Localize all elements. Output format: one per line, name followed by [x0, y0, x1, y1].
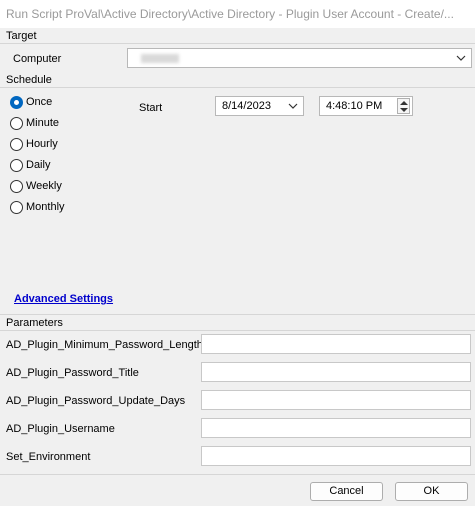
- parameters-section-label: Parameters: [6, 317, 63, 329]
- radio-icon: [10, 179, 23, 193]
- schedule-option-label: Weekly: [26, 180, 62, 192]
- advanced-divider: [0, 314, 475, 315]
- schedule-option-label: Minute: [26, 117, 60, 129]
- schedule-option-monthly[interactable]: Monthly: [10, 198, 65, 216]
- param-label-username: AD_Plugin_Username: [6, 423, 115, 435]
- param-label-minimum-password-length: AD_Plugin_Minimum_Password_Length: [6, 339, 203, 351]
- radio-icon: [10, 158, 23, 172]
- param-input-set-environment[interactable]: [201, 446, 471, 466]
- computer-value-redacted: [141, 54, 179, 63]
- start-time-value: 4:48:10 PM: [326, 100, 383, 112]
- chevron-down-icon: [456, 55, 466, 61]
- window-title: Run Script ProVal\Active Directory\Activ…: [0, 0, 475, 28]
- schedule-option-daily[interactable]: Daily: [10, 156, 50, 174]
- target-section-label: Target: [6, 30, 37, 42]
- param-label-password-update-days: AD_Plugin_Password_Update_Days: [6, 395, 186, 407]
- parameters-divider: [0, 330, 475, 331]
- radio-icon: [10, 200, 23, 214]
- computer-label: Computer: [13, 53, 62, 65]
- start-date-value: 8/14/2023: [222, 100, 271, 112]
- radio-icon: [10, 137, 23, 151]
- radio-icon: [10, 116, 23, 130]
- param-label-set-environment: Set_Environment: [6, 451, 91, 463]
- start-time-picker[interactable]: 4:48:10 PM: [319, 96, 413, 116]
- cancel-button[interactable]: Cancel: [310, 482, 383, 501]
- schedule-option-label: Once: [26, 96, 53, 108]
- schedule-option-hourly[interactable]: Hourly: [10, 135, 58, 153]
- schedule-option-minute[interactable]: Minute: [10, 114, 59, 132]
- time-spinner[interactable]: [397, 98, 410, 114]
- spin-down-icon[interactable]: [400, 107, 408, 113]
- start-label: Start: [139, 102, 163, 114]
- param-input-minimum-password-length[interactable]: [201, 334, 471, 354]
- param-input-password-update-days[interactable]: [201, 390, 471, 410]
- advanced-settings-link[interactable]: Advanced Settings: [14, 293, 113, 305]
- schedule-divider: [0, 87, 475, 88]
- chevron-down-icon: [288, 103, 298, 109]
- start-date-picker[interactable]: 8/14/2023: [215, 96, 304, 116]
- computer-select[interactable]: [127, 48, 472, 68]
- schedule-option-label: Monthly: [26, 201, 65, 213]
- footer-divider: [0, 474, 475, 475]
- schedule-option-label: Daily: [26, 159, 51, 171]
- schedule-option-once[interactable]: Once: [10, 93, 52, 111]
- param-label-password-title: AD_Plugin_Password_Title: [6, 367, 139, 379]
- spin-up-icon[interactable]: [400, 100, 408, 106]
- param-input-password-title[interactable]: [201, 362, 471, 382]
- target-divider: [0, 43, 475, 44]
- param-input-username[interactable]: [201, 418, 471, 438]
- radio-checked-icon: [10, 95, 23, 109]
- schedule-section-label: Schedule: [6, 74, 52, 86]
- schedule-option-label: Hourly: [26, 138, 58, 150]
- schedule-option-weekly[interactable]: Weekly: [10, 177, 62, 195]
- ok-button[interactable]: OK: [395, 482, 468, 501]
